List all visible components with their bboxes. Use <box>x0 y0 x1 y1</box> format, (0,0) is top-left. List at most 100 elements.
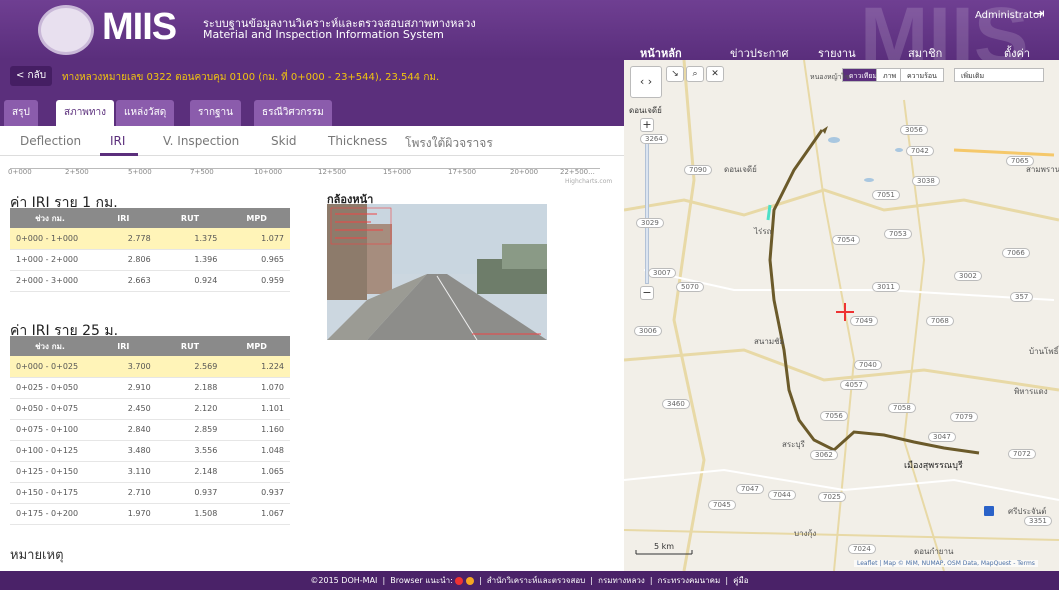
table-row[interactable]: 0+100 - 0+125 3.480 3.556 1.048 <box>10 440 290 462</box>
cell-range: 0+175 - 0+200 <box>10 503 90 525</box>
cell-rut: 0.937 <box>156 482 224 504</box>
tab-road-condition[interactable]: สภาพทาง <box>56 100 114 126</box>
place-label: พิหารแดง <box>1014 387 1048 396</box>
col-rut: RUT <box>156 336 224 356</box>
cell-iri: 2.710 <box>90 482 157 504</box>
cell-iri: 3.480 <box>90 440 157 462</box>
cell-rut: 0.924 <box>156 270 224 292</box>
map-type-heat[interactable]: ความร้อน <box>900 68 944 82</box>
axis-tick: 20+000 <box>510 168 539 176</box>
cell-mpd: 0.965 <box>223 249 290 271</box>
footer-link-bureau[interactable]: สำนักวิเคราะห์และตรวจสอบ <box>487 576 585 585</box>
table-row[interactable]: 0+150 - 0+175 2.710 0.937 0.937 <box>10 482 290 504</box>
col-mpd: MPD <box>223 336 290 356</box>
nav-news[interactable]: ข่าวประกาศ <box>730 44 789 60</box>
cell-range: 0+050 - 0+075 <box>10 398 90 420</box>
road-number: 3460 <box>662 399 690 409</box>
draw-line-icon[interactable]: ↘ <box>666 66 684 82</box>
table-row[interactable]: 0+000 - 0+025 3.700 2.569 1.224 <box>10 356 290 378</box>
tab-material-source[interactable]: แหล่งวัสดุ <box>116 100 175 126</box>
footer-link-doh[interactable]: กรมทางหลวง <box>598 576 645 585</box>
firefox-icon[interactable] <box>465 576 474 585</box>
tab-iri[interactable]: IRI <box>110 134 125 148</box>
col-range: ช่วง กม. <box>10 208 90 228</box>
road-number: 7072 <box>1008 449 1036 459</box>
road-number: 3264 <box>640 134 668 144</box>
tab-thickness[interactable]: Thickness <box>328 134 387 148</box>
tab-foundation[interactable]: รากฐาน <box>190 100 242 126</box>
table-row[interactable]: 0+075 - 0+100 2.840 2.859 1.160 <box>10 419 290 441</box>
road-number: 5070 <box>676 282 704 292</box>
search-map-icon[interactable]: ⌕ <box>686 66 704 82</box>
axis-tick: 0+000 <box>8 168 32 176</box>
place-label: บ้านโพธิ์ <box>1029 347 1059 356</box>
footer-browser: Browser แนะนำ: <box>390 576 453 585</box>
cell-range: 0+125 - 0+150 <box>10 461 90 483</box>
cell-rut: 2.148 <box>156 461 224 483</box>
front-camera-image[interactable] <box>327 204 547 340</box>
table-row[interactable]: 2+000 - 3+000 2.663 0.924 0.959 <box>10 270 290 292</box>
tab-cavity[interactable]: โพรงใต้ผิวจราจร <box>405 134 493 153</box>
map-attribution[interactable]: Leaflet | Map © MiM, NUMAP, OSM Data, Ma… <box>854 560 1038 567</box>
nav-member[interactable]: สมาชิก <box>908 44 942 60</box>
cell-rut: 3.556 <box>156 440 224 462</box>
chrome-icon[interactable] <box>455 576 464 585</box>
col-rut: RUT <box>156 208 224 228</box>
zoom-slider[interactable] <box>645 134 649 284</box>
table-row[interactable]: 1+000 - 2+000 2.806 1.396 0.965 <box>10 249 290 271</box>
table-row[interactable]: 0+025 - 0+050 2.910 2.188 1.070 <box>10 377 290 399</box>
table-row[interactable]: 0+125 - 0+150 3.110 2.148 1.065 <box>10 461 290 483</box>
cell-range: 0+075 - 0+100 <box>10 419 90 441</box>
place-label: ดอนเจดีย์ <box>629 106 662 115</box>
tab-geotechnical[interactable]: ธรณีวิศวกรรม <box>254 100 332 126</box>
table-row[interactable]: 0+050 - 0+075 2.450 2.120 1.101 <box>10 398 290 420</box>
place-label: สนามชัย <box>754 337 785 346</box>
logout-icon[interactable]: ⇥ <box>1033 6 1045 22</box>
road-number: 3006 <box>634 326 662 336</box>
place-label: บางกุ้ง <box>794 529 817 538</box>
tab-v-inspection[interactable]: V. Inspection <box>163 134 239 148</box>
col-mpd: MPD <box>223 208 290 228</box>
nav-home[interactable]: หน้าหลัก <box>640 44 682 60</box>
road-number: 3062 <box>810 450 838 460</box>
route-map[interactable]: ‹ › ↘ ⌕ ✕ + − ดาวเทียม ภาพ ความร้อน เพิ่… <box>624 60 1059 571</box>
footer-link-ministry[interactable]: กระทรวงคมนาคม <box>658 576 721 585</box>
cell-range: 0+025 - 0+050 <box>10 377 90 399</box>
cell-range: 0+150 - 0+175 <box>10 482 90 504</box>
cell-range: 2+000 - 3+000 <box>10 270 90 292</box>
tab-summary[interactable]: สรุป <box>4 100 38 126</box>
doh-seal-logo <box>38 5 94 55</box>
highcharts-credit[interactable]: Highcharts.com <box>565 178 612 185</box>
tab-deflection[interactable]: Deflection <box>20 134 81 148</box>
table-row[interactable]: 0+175 - 0+200 1.970 1.508 1.067 <box>10 503 290 525</box>
back-button[interactable]: < กลับ <box>10 66 52 86</box>
nav-report[interactable]: รายงาน <box>818 44 856 60</box>
cell-mpd: 1.160 <box>223 419 290 441</box>
road-number: 7045 <box>708 500 736 510</box>
axis-tick: 15+000 <box>383 168 412 176</box>
axis-tick: 12+500 <box>318 168 347 176</box>
road-number: 3038 <box>912 176 940 186</box>
road-number: 7051 <box>872 190 900 200</box>
clear-map-icon[interactable]: ✕ <box>706 66 724 82</box>
cell-iri: 2.450 <box>90 398 157 420</box>
cell-rut: 1.396 <box>156 249 224 271</box>
place-label: ดอนกำยาน <box>914 547 954 556</box>
place-label: ดอนเจดีย์ <box>724 165 757 174</box>
map-pan-control[interactable]: ‹ › <box>630 66 662 98</box>
zoom-out-button[interactable]: − <box>640 286 654 300</box>
road-number: 3002 <box>954 271 982 281</box>
cell-mpd: 1.067 <box>223 503 290 525</box>
footer-link-manual[interactable]: คู่มือ <box>733 576 748 585</box>
cell-mpd: 1.101 <box>223 398 290 420</box>
map-type-more-select[interactable]: เพิ่มเติม <box>954 68 1044 82</box>
active-tab-indicator <box>100 153 138 156</box>
highway-title: ทางหลวงหมายเลข 0322 ตอนควบคุม 0100 (กม. … <box>62 72 440 83</box>
table-row[interactable]: 0+000 - 1+000 2.778 1.375 1.077 <box>10 228 290 250</box>
tab-skid[interactable]: Skid <box>271 134 297 148</box>
nav-settings[interactable]: ตั้งค่า <box>1004 44 1030 60</box>
road-number: 3056 <box>900 125 928 135</box>
road-number: 3029 <box>636 218 664 228</box>
zoom-in-button[interactable]: + <box>640 118 654 132</box>
cell-rut: 2.569 <box>156 356 224 378</box>
